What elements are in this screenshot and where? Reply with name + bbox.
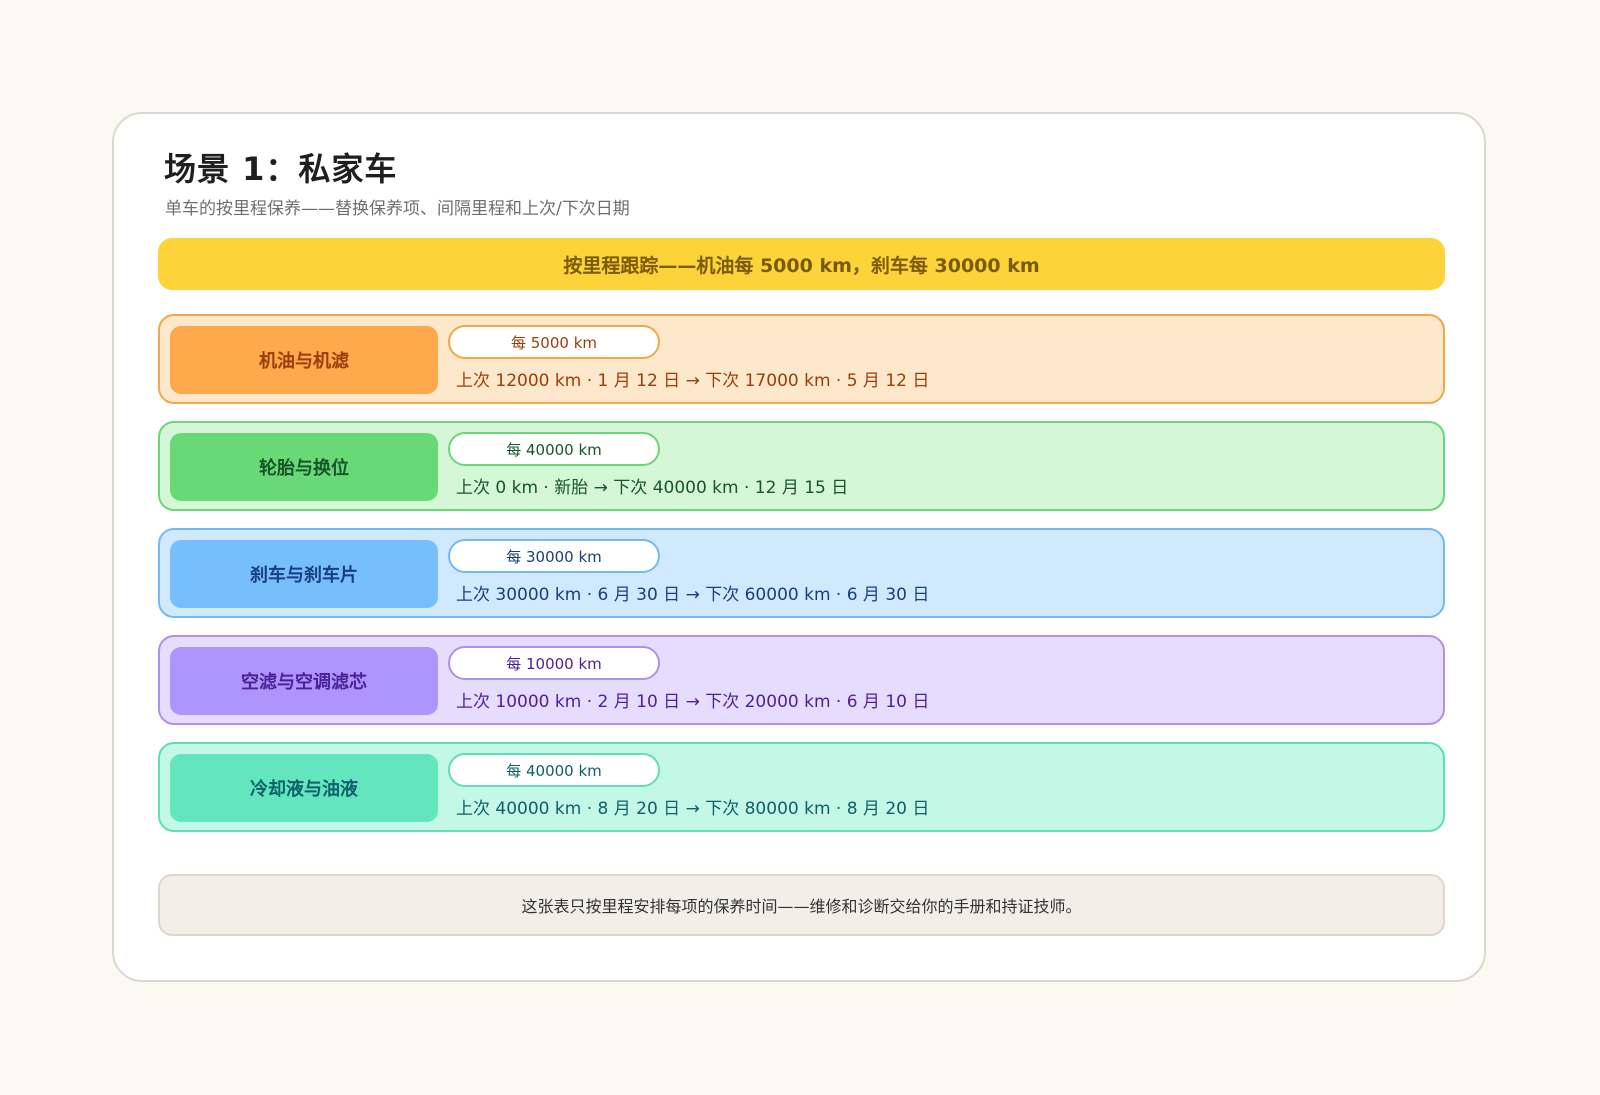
scenario-card: 场景 1：私家车 单车的按里程保养——替换保养项、间隔里程和上次/下次日期 按里… (112, 112, 1486, 982)
schedule-text: 上次 40000 km · 8 月 20 日 → 下次 80000 km · 8… (456, 799, 930, 819)
interval-badge: 每 30000 km (448, 539, 660, 573)
interval-badge: 每 40000 km (448, 753, 660, 787)
tracking-banner: 按里程跟踪——机油每 5000 km，刹车每 30000 km (158, 238, 1445, 290)
schedule-text: 上次 12000 km · 1 月 12 日 → 下次 17000 km · 5… (456, 371, 930, 391)
item-label: 机油与机滤 (170, 326, 438, 394)
interval-badge: 每 5000 km (448, 325, 660, 359)
schedule-text: 上次 10000 km · 2 月 10 日 → 下次 20000 km · 6… (456, 692, 930, 712)
maintenance-item-oil: 机油与机滤 每 5000 km 上次 12000 km · 1 月 12 日 →… (158, 314, 1445, 404)
footer-note: 这张表只按里程安排每项的保养时间——维修和诊断交给你的手册和持证技师。 (158, 874, 1445, 936)
page-subtitle: 单车的按里程保养——替换保养项、间隔里程和上次/下次日期 (165, 199, 630, 219)
maintenance-item-coolant: 冷却液与油液 每 40000 km 上次 40000 km · 8 月 20 日… (158, 742, 1445, 832)
item-label: 冷却液与油液 (170, 754, 438, 822)
interval-badge: 每 10000 km (448, 646, 660, 680)
maintenance-item-brakes: 刹车与刹车片 每 30000 km 上次 30000 km · 6 月 30 日… (158, 528, 1445, 618)
maintenance-item-filters: 空滤与空调滤芯 每 10000 km 上次 10000 km · 2 月 10 … (158, 635, 1445, 725)
interval-badge: 每 40000 km (448, 432, 660, 466)
maintenance-item-tires: 轮胎与换位 每 40000 km 上次 0 km · 新胎 → 下次 40000… (158, 421, 1445, 511)
schedule-text: 上次 30000 km · 6 月 30 日 → 下次 60000 km · 6… (456, 585, 930, 605)
item-label: 轮胎与换位 (170, 433, 438, 501)
item-label: 刹车与刹车片 (170, 540, 438, 608)
item-label: 空滤与空调滤芯 (170, 647, 438, 715)
schedule-text: 上次 0 km · 新胎 → 下次 40000 km · 12 月 15 日 (456, 478, 849, 498)
page-title: 场景 1：私家车 (164, 150, 398, 188)
